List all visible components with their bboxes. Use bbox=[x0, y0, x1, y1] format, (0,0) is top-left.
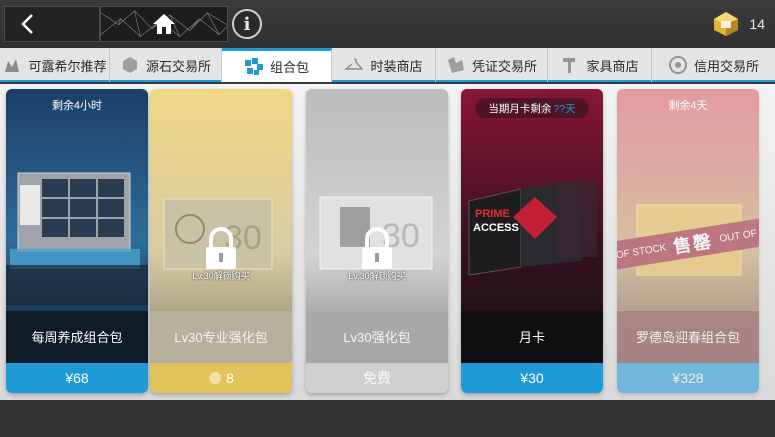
price-label: ¥30 bbox=[520, 370, 544, 386]
recommend-icon bbox=[5, 59, 20, 72]
tab-label: 组合包 bbox=[269, 60, 309, 75]
originium-small-icon bbox=[209, 372, 222, 384]
monthly-remaining-badge: 当期月卡剩余 ??天 bbox=[475, 98, 589, 118]
lock-icon bbox=[362, 227, 392, 269]
monthly-card-art: PRIME ACCESS bbox=[461, 89, 603, 363]
home-icon bbox=[153, 14, 175, 34]
weekly-bundle-art bbox=[6, 89, 148, 363]
voucher-icon bbox=[447, 57, 464, 73]
bundle-card-lv30[interactable]: 30 Lv.30解锁购买 Lv30强化包 免费 bbox=[306, 89, 448, 393]
price-label: ¥68 bbox=[65, 370, 89, 386]
tab-voucher-exchange[interactable]: 凭证交易所 bbox=[436, 48, 548, 82]
bundle-list: 剩余4小时 每周养成组合包 ¥68 30 Lv.30解锁购买 Lv30专业强化包 bbox=[0, 84, 775, 400]
price-button[interactable]: 免费 bbox=[306, 363, 448, 393]
top-bar: i 14 bbox=[0, 0, 775, 48]
price-label: 8 bbox=[226, 370, 234, 386]
originium-icon bbox=[122, 57, 137, 73]
home-button[interactable] bbox=[100, 6, 228, 42]
bundle-cubes-icon bbox=[244, 57, 263, 75]
price-label: 免费 bbox=[363, 370, 391, 386]
shop-tab-bar: 可露希尔推荐 源石交易所 组合包 时装商店 凭证交易所 家具商店 信用交易所 bbox=[0, 48, 775, 82]
sold-out-text: 售罄 bbox=[671, 231, 715, 259]
tab-label: 源石交易所 bbox=[145, 58, 211, 74]
bundle-card-monthly[interactable]: PRIME ACCESS 当期月卡剩余 ??天 月卡 ¥30 bbox=[461, 89, 603, 393]
bundle-card-lv30-pro[interactable]: 30 Lv.30解锁购买 Lv30专业强化包 8 bbox=[150, 89, 292, 393]
price-button[interactable]: ¥68 bbox=[6, 363, 148, 393]
tab-credit-exchange[interactable]: 信用交易所 bbox=[652, 48, 775, 82]
tab-originium-exchange[interactable]: 源石交易所 bbox=[110, 48, 222, 82]
time-remaining-badge: 剩余4小时 bbox=[51, 100, 103, 112]
bundle-card-spring-festival[interactable]: 剩余4天 OF STOCK 售罄 OUT OF ST 罗德岛迎春组合包 ¥328 bbox=[617, 89, 759, 393]
hanger-icon bbox=[344, 58, 365, 70]
tab-outfit-store[interactable]: 时装商店 bbox=[332, 48, 436, 82]
price-button[interactable]: 8 bbox=[150, 363, 292, 393]
credit-icon bbox=[668, 56, 687, 74]
sold-out-right-text: OUT OF ST bbox=[718, 225, 759, 245]
price-button[interactable]: ¥328 bbox=[617, 363, 759, 393]
hammer-icon bbox=[563, 58, 576, 73]
tab-furniture-store[interactable]: 家具商店 bbox=[548, 48, 652, 82]
bundle-name: Lv30专业强化包 bbox=[174, 330, 268, 345]
tab-label: 家具商店 bbox=[586, 58, 639, 74]
svg-text:PRIME: PRIME bbox=[475, 208, 510, 220]
bundle-name: 罗德岛迎春组合包 bbox=[635, 330, 740, 345]
unlock-requirement: Lv.30解锁购买 bbox=[348, 271, 406, 281]
price-label: ¥328 bbox=[672, 370, 704, 386]
tab-label: 时装商店 bbox=[370, 58, 423, 74]
info-icon: i bbox=[243, 13, 251, 35]
bundle-name: 每周养成组合包 bbox=[31, 330, 123, 345]
tab-label: 凭证交易所 bbox=[471, 58, 537, 74]
unlock-requirement: Lv.30解锁购买 bbox=[192, 271, 250, 281]
lv30-bundle-art: 30 bbox=[306, 89, 448, 363]
svg-text:ACCESS: ACCESS bbox=[473, 222, 519, 234]
bundle-name: 月卡 bbox=[518, 330, 545, 345]
sold-out-left-text: OF STOCK bbox=[617, 241, 668, 261]
badge-days-value: ??天 bbox=[553, 102, 576, 115]
tab-label: 信用交易所 bbox=[693, 58, 759, 74]
originium-currency: 14 bbox=[711, 10, 765, 38]
back-button[interactable] bbox=[4, 6, 100, 42]
originium-crystal-icon bbox=[714, 12, 739, 36]
badge-label: 当期月卡剩余 bbox=[488, 102, 552, 115]
tab-bundles[interactable]: 组合包 bbox=[222, 48, 332, 82]
back-arrow-icon bbox=[21, 14, 33, 34]
time-remaining-badge: 剩余4天 bbox=[668, 100, 708, 112]
originium-count: 14 bbox=[749, 16, 765, 32]
bundle-name: Lv30强化包 bbox=[343, 330, 411, 345]
tab-label: 可露希尔推荐 bbox=[28, 58, 107, 74]
tab-recommend[interactable]: 可露希尔推荐 bbox=[0, 48, 110, 82]
lock-icon bbox=[206, 227, 236, 269]
info-button[interactable]: i bbox=[232, 9, 262, 39]
lv30-pro-bundle-art: 30 bbox=[150, 89, 292, 363]
price-button[interactable]: ¥30 bbox=[461, 363, 603, 393]
bundle-card-weekly[interactable]: 剩余4小时 每周养成组合包 ¥68 bbox=[6, 89, 148, 393]
bottom-bar bbox=[0, 400, 775, 437]
